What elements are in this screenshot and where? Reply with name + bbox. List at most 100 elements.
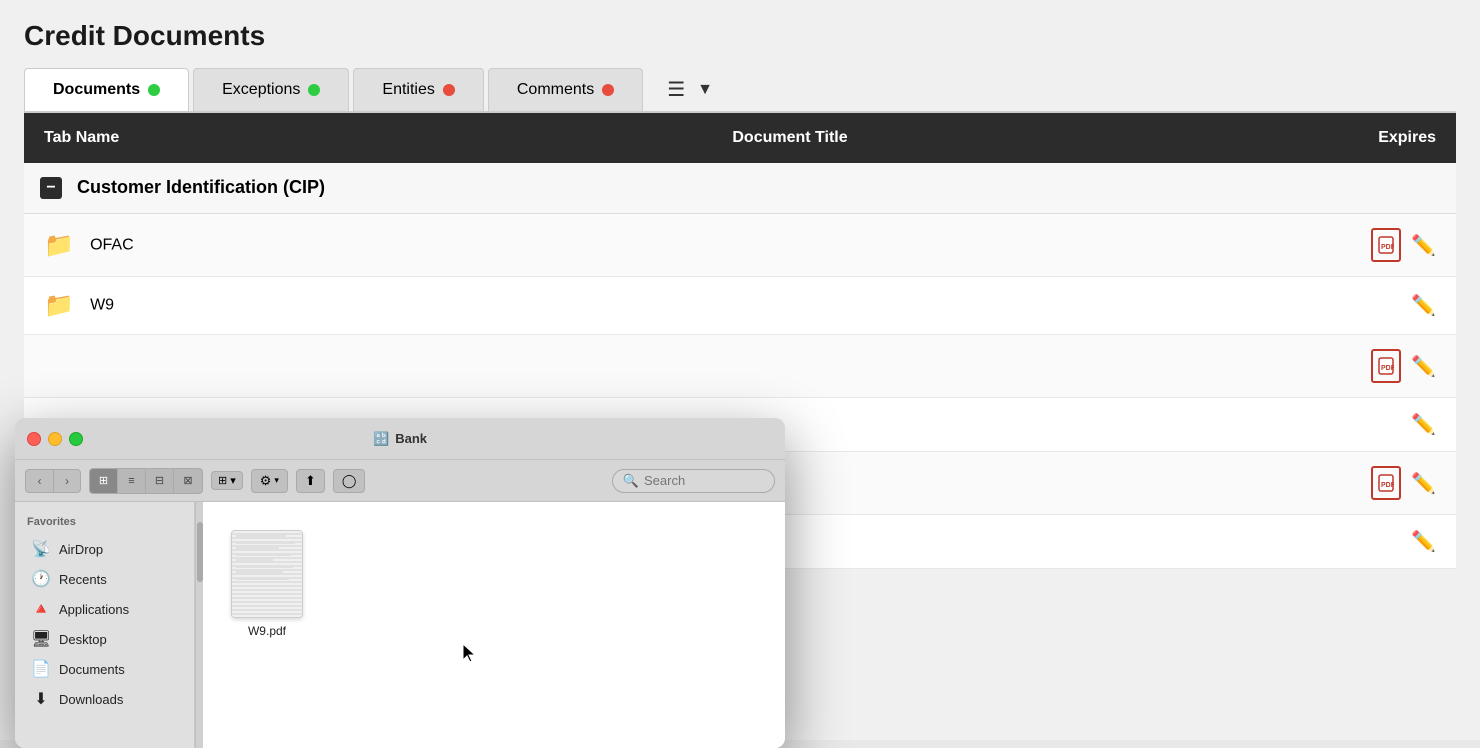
view-gallery-btn[interactable]: ⊠ bbox=[174, 469, 202, 493]
tab-documents[interactable]: Documents bbox=[24, 68, 189, 111]
table-row-ofac: 📁 OFAC PDF ✏️ bbox=[24, 214, 1456, 277]
view-list-btn[interactable]: ≡ bbox=[118, 469, 146, 493]
share-icon: ⬆ bbox=[305, 473, 316, 489]
actions-extra-1: PDF ✏️ bbox=[1276, 349, 1436, 383]
col-expires: Expires bbox=[1256, 113, 1456, 163]
search-input[interactable] bbox=[644, 473, 764, 488]
finder-body: Favorites 📡 AirDrop 🕐 Recents 🔺 Applicat… bbox=[15, 502, 785, 748]
sidebar-downloads-label: Downloads bbox=[59, 692, 123, 707]
doc-name-w9: W9 bbox=[90, 297, 114, 314]
hamburger-icon[interactable]: ☰ bbox=[667, 77, 685, 102]
back-button[interactable]: ‹ bbox=[25, 469, 53, 493]
tab-entities[interactable]: Entities bbox=[353, 68, 483, 111]
tag-icon: ◯ bbox=[342, 473, 357, 489]
file-name-w9pdf: W9.pdf bbox=[248, 624, 286, 638]
pdf-icon-ofac[interactable]: PDF bbox=[1371, 228, 1401, 262]
finder-title-text: Bank bbox=[395, 431, 427, 446]
tag-button[interactable]: ◯ bbox=[333, 469, 366, 493]
sidebar-item-applications[interactable]: 🔺 Applications bbox=[19, 594, 190, 624]
tab-exceptions-dot bbox=[308, 84, 320, 96]
tab-documents-label: Documents bbox=[53, 81, 140, 99]
gear-dropdown-icon: ▾ bbox=[274, 475, 279, 486]
sidebar-applications-label: Applications bbox=[59, 602, 129, 617]
pdf-icon-extra-3[interactable]: PDF bbox=[1371, 466, 1401, 500]
gear-button[interactable]: ⚙ ▾ bbox=[251, 469, 288, 493]
pencil-icon-extra-3[interactable]: ✏️ bbox=[1411, 471, 1436, 496]
sidebar-recents-label: Recents bbox=[59, 572, 107, 587]
gear-icon: ⚙ bbox=[260, 473, 272, 489]
window-maximize-button[interactable] bbox=[69, 432, 83, 446]
sidebar-airdrop-label: AirDrop bbox=[59, 542, 103, 557]
finder-content: W9.pdf bbox=[203, 502, 785, 748]
actions-extra-2: ✏️ bbox=[1276, 412, 1436, 437]
file-thumb-preview bbox=[232, 531, 302, 617]
tab-comments-label: Comments bbox=[517, 81, 594, 99]
sidebar-item-desktop[interactable]: 🖥 Desktop bbox=[19, 624, 190, 654]
tab-exceptions[interactable]: Exceptions bbox=[193, 68, 349, 111]
actions-ofac: PDF ✏️ bbox=[1276, 228, 1436, 262]
window-minimize-button[interactable] bbox=[48, 432, 62, 446]
view-icon-btn[interactable]: ⊞ bbox=[90, 469, 118, 493]
tab-comments[interactable]: Comments bbox=[488, 68, 643, 111]
recents-icon: 🕐 bbox=[31, 569, 51, 589]
svg-text:PDF: PDF bbox=[1381, 482, 1394, 489]
folder-icon-ofac: 📁 bbox=[44, 232, 74, 259]
window-close-button[interactable] bbox=[27, 432, 41, 446]
svg-text:PDF: PDF bbox=[1381, 244, 1394, 251]
pencil-icon-ofac[interactable]: ✏️ bbox=[1411, 233, 1436, 258]
forward-button[interactable]: › bbox=[53, 469, 81, 493]
tab-comments-dot bbox=[602, 84, 614, 96]
finder-sidebar: Favorites 📡 AirDrop 🕐 Recents 🔺 Applicat… bbox=[15, 502, 195, 748]
dropdown-icon[interactable]: ▼ bbox=[697, 81, 713, 99]
sidebar-desktop-label: Desktop bbox=[59, 632, 107, 647]
actions-extra-3: PDF ✏️ bbox=[1276, 466, 1436, 500]
finder-window: 🔡 Bank ‹ › ⊞ ≡ ⊟ ⊠ ⊞ ▾ ⚙ ▾ ⬆ ◯ bbox=[15, 418, 785, 748]
pencil-icon-extra-4[interactable]: ✏️ bbox=[1411, 529, 1436, 554]
table-row-extra-1: PDF ✏️ bbox=[24, 335, 1456, 398]
finder-title-icon: 🔡 bbox=[373, 431, 389, 447]
dropdown-arrow-icon: ▾ bbox=[230, 474, 236, 487]
tab-controls: ☰ ▼ bbox=[667, 77, 713, 102]
pencil-icon-w9[interactable]: ✏️ bbox=[1411, 293, 1436, 318]
window-buttons bbox=[27, 432, 83, 446]
section-cip-label: Customer Identification (CIP) bbox=[77, 177, 325, 197]
sidebar-item-documents[interactable]: 📄 Documents bbox=[19, 654, 190, 684]
actions-extra-4: ✏️ bbox=[1276, 529, 1436, 554]
desktop-icon: 🖥 bbox=[31, 629, 51, 649]
pencil-icon-extra-1[interactable]: ✏️ bbox=[1411, 354, 1436, 379]
view-buttons: ⊞ ≡ ⊟ ⊠ bbox=[89, 468, 203, 494]
view-dropdown[interactable]: ⊞ ▾ bbox=[211, 471, 243, 490]
scrollbar-thumb[interactable] bbox=[197, 522, 203, 582]
tab-documents-dot bbox=[148, 84, 160, 96]
pencil-icon-extra-2[interactable]: ✏️ bbox=[1411, 412, 1436, 437]
applications-icon: 🔺 bbox=[31, 599, 51, 619]
search-magnifier-icon: 🔍 bbox=[623, 473, 639, 489]
tab-entities-dot bbox=[443, 84, 455, 96]
folder-icon-w9: 📁 bbox=[44, 292, 74, 319]
share-button[interactable]: ⬆ bbox=[296, 469, 325, 493]
actions-w9: ✏️ bbox=[1276, 293, 1436, 318]
page-title: Credit Documents bbox=[24, 20, 1456, 52]
doc-name-ofac: OFAC bbox=[90, 236, 134, 253]
sidebar-item-recents[interactable]: 🕐 Recents bbox=[19, 564, 190, 594]
file-thumbnail-w9pdf bbox=[231, 530, 303, 618]
pdf-icon-extra-1[interactable]: PDF bbox=[1371, 349, 1401, 383]
scrollbar-track[interactable] bbox=[195, 502, 203, 748]
downloads-icon: ⬇ bbox=[31, 689, 51, 709]
tab-entities-label: Entities bbox=[382, 81, 434, 99]
sidebar-item-downloads[interactable]: ⬇ Downloads bbox=[19, 684, 190, 714]
file-item-w9pdf[interactable]: W9.pdf bbox=[223, 522, 311, 646]
finder-search-bar[interactable]: 🔍 bbox=[612, 469, 775, 493]
cursor bbox=[461, 642, 481, 671]
sidebar-documents-label: Documents bbox=[59, 662, 125, 677]
documents-icon: 📄 bbox=[31, 659, 51, 679]
finder-toolbar: ‹ › ⊞ ≡ ⊟ ⊠ ⊞ ▾ ⚙ ▾ ⬆ ◯ 🔍 bbox=[15, 460, 785, 502]
tab-exceptions-label: Exceptions bbox=[222, 81, 300, 99]
finder-title: 🔡 Bank bbox=[373, 431, 427, 447]
col-tab-name: Tab Name bbox=[24, 113, 324, 163]
section-toggle-cip[interactable]: − bbox=[40, 177, 62, 199]
sidebar-item-airdrop[interactable]: 📡 AirDrop bbox=[19, 534, 190, 564]
section-cip: − Customer Identification (CIP) bbox=[24, 163, 1456, 214]
col-doc-title: Document Title bbox=[324, 113, 1256, 163]
view-column-btn[interactable]: ⊟ bbox=[146, 469, 174, 493]
